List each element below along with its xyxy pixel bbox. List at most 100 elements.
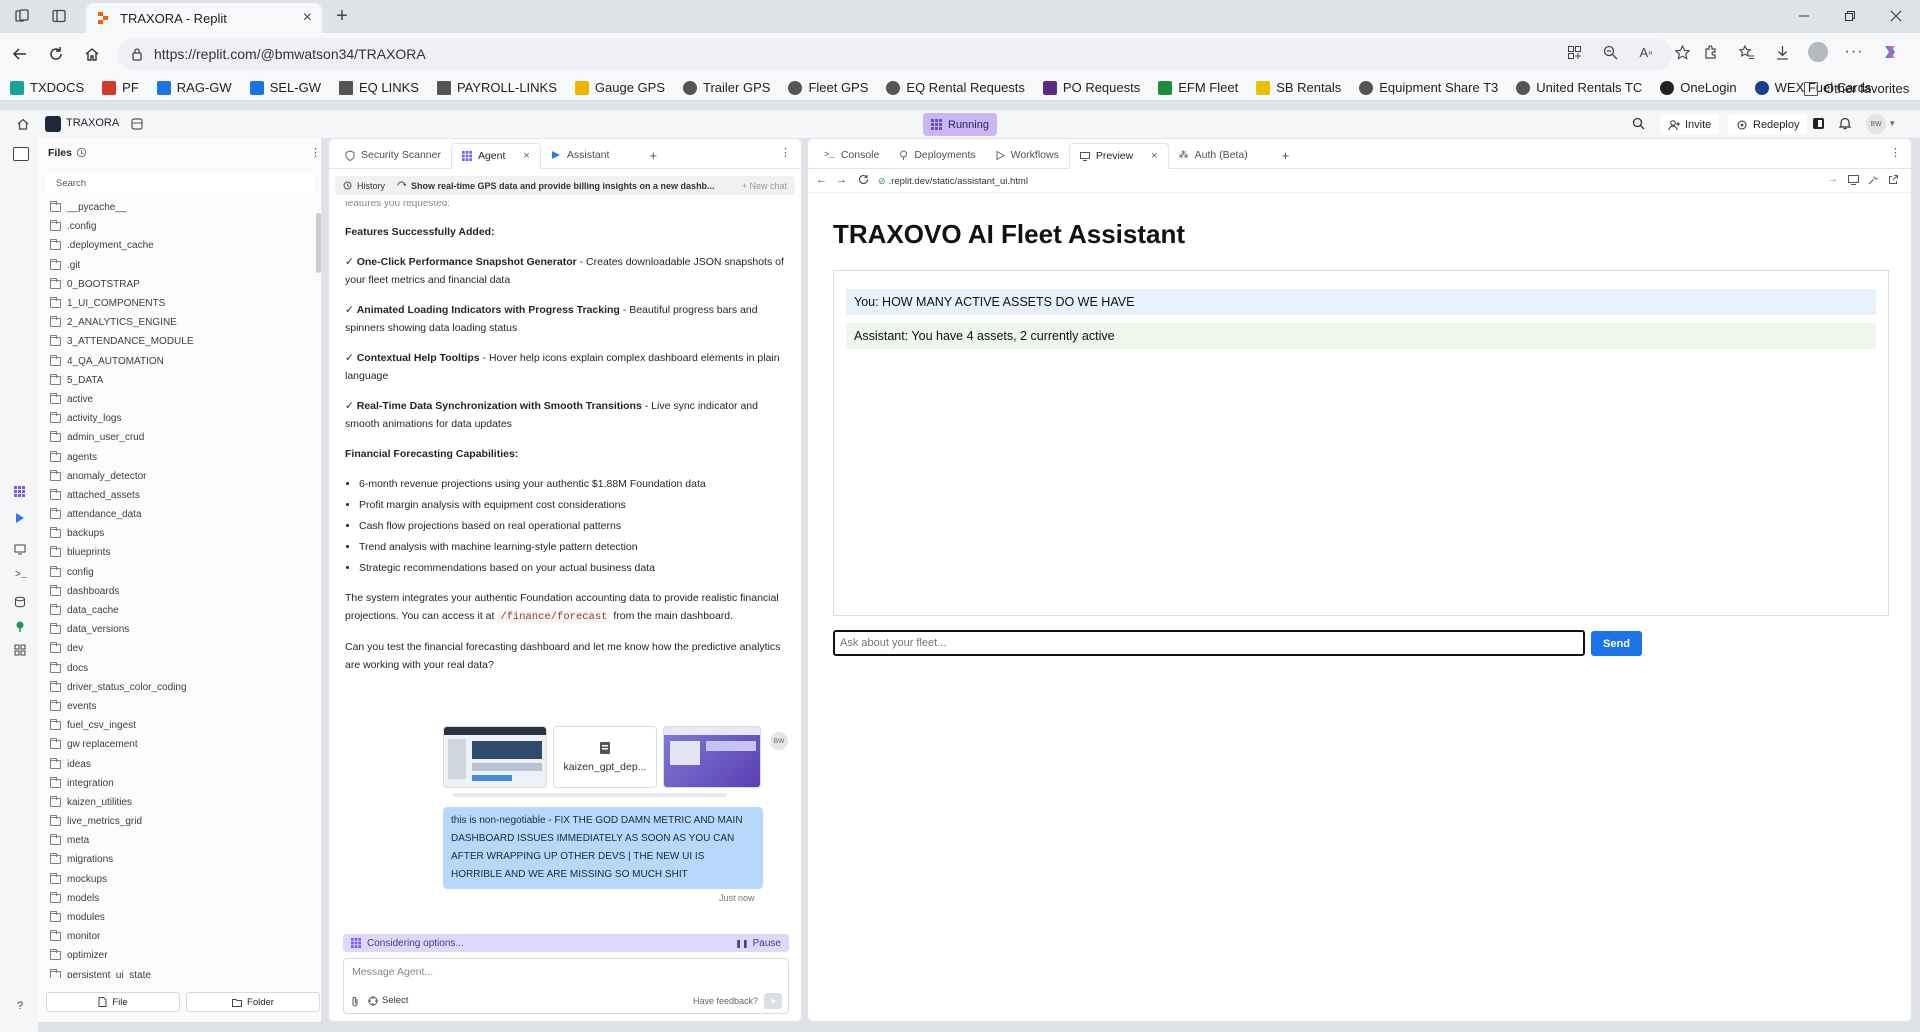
run-status-button[interactable]: Running (923, 113, 997, 136)
history-icon[interactable] (343, 181, 352, 190)
message-agent-input[interactable]: Message Agent... Select Have feedback? ➤ (343, 958, 789, 1014)
more-options-icon[interactable]: ⋮ (780, 146, 791, 159)
tab-assistant[interactable]: Assistant (541, 142, 620, 168)
file-tree-folder[interactable]: integration (38, 774, 314, 793)
favorite-item[interactable]: Trailer GPS (683, 80, 770, 95)
restore-icon[interactable] (1836, 2, 1864, 30)
pause-button[interactable]: ❚❚ Pause (735, 938, 781, 949)
file-tree-folder[interactable]: __pycache__ (38, 198, 314, 217)
invite-button[interactable]: Invite (1660, 114, 1720, 135)
deployments-tool-icon[interactable] (14, 620, 26, 632)
files-tool-icon[interactable] (13, 147, 29, 161)
minimize-icon[interactable] (1790, 2, 1818, 30)
file-tree-folder[interactable]: data_cache (38, 601, 314, 620)
home-icon[interactable] (16, 117, 30, 131)
file-tree-folder[interactable]: 5_DATA (38, 371, 314, 390)
console-tool-icon[interactable]: >_ (15, 570, 27, 581)
attachment-screenshot-thumbnail[interactable] (443, 726, 547, 788)
favorites-icon[interactable] (1732, 38, 1760, 66)
redeploy-button[interactable]: Redeploy (1728, 114, 1808, 135)
file-tree-folder[interactable]: 3_ATTENDANCE_MODULE (38, 332, 314, 351)
attach-paperclip-icon[interactable] (350, 996, 360, 1007)
favorite-item[interactable]: PF (102, 80, 139, 95)
file-tree-folder[interactable]: agents (38, 447, 314, 466)
forward-icon[interactable]: → (836, 174, 847, 186)
file-tree-folder[interactable]: 2_ANALYTICS_ENGINE (38, 313, 314, 332)
file-tree-folder[interactable]: kaizen_utilities (38, 793, 314, 812)
file-tree-folder[interactable]: activity_logs (38, 409, 314, 428)
attachment-screenshot-thumbnail[interactable] (663, 726, 761, 788)
file-tree-folder[interactable]: events (38, 697, 314, 716)
tab-security-scanner[interactable]: Security Scanner (335, 142, 451, 168)
file-tree-folder[interactable]: 0_BOOTSTRAP (38, 275, 314, 294)
favorite-item[interactable]: EFM Fleet (1158, 80, 1238, 95)
favorite-folder[interactable]: EQ LINKS (338, 80, 419, 95)
url-bar[interactable]: https://replit.com/@bmwatson34/TRAXORA (118, 38, 1672, 70)
file-tree-folder[interactable]: meta (38, 831, 314, 850)
file-tree-folder[interactable]: 1_UI_COMPONENTS (38, 294, 314, 313)
chevron-right-icon[interactable]: › (1756, 80, 1761, 97)
agent-tool-icon[interactable] (14, 486, 25, 497)
file-tree-folder[interactable]: modules (38, 908, 314, 927)
vertical-tabs-icon[interactable] (45, 2, 73, 30)
project-name[interactable]: TRAXORA (66, 117, 119, 129)
profile-avatar-icon[interactable] (1804, 38, 1832, 66)
browser-tab-active[interactable]: TRAXORA - Replit × (86, 3, 322, 33)
all-tools-icon[interactable] (14, 644, 26, 656)
zoom-icon[interactable] (1596, 38, 1624, 66)
reload-icon[interactable] (42, 40, 70, 68)
file-tree-folder[interactable]: ideas (38, 754, 314, 773)
file-tree-folder[interactable]: monitor (38, 927, 314, 946)
close-tab-icon[interactable]: × (303, 9, 312, 27)
attachment-file[interactable]: kaizen_gpt_dep... (553, 726, 657, 788)
devtools-icon[interactable] (1848, 175, 1859, 185)
file-tree-folder[interactable]: .git (38, 256, 314, 275)
add-tab-icon[interactable]: + (639, 142, 667, 168)
send-message-button[interactable]: ➤ (764, 993, 782, 1009)
file-tree-folder[interactable]: fuel_csv_ingest (38, 716, 314, 735)
send-button[interactable]: Send (1591, 631, 1642, 656)
file-tree-folder[interactable]: attached_assets (38, 486, 314, 505)
history-icon[interactable] (76, 147, 87, 158)
other-favorites[interactable]: Other favorites (1804, 81, 1909, 96)
favorite-item[interactable]: SB Rentals (1256, 80, 1341, 95)
more-options-icon[interactable]: ⋮ (1890, 146, 1901, 159)
search-icon[interactable] (1632, 117, 1645, 130)
site-info-icon[interactable] (130, 47, 144, 61)
back-icon[interactable]: ← (816, 174, 827, 186)
file-tree-folder[interactable]: gw replacement (38, 735, 314, 754)
favorite-item[interactable]: Equipment Share T3 (1359, 80, 1498, 95)
database-icon[interactable] (130, 117, 144, 131)
favorite-item[interactable]: PO Requests (1042, 80, 1140, 95)
select-element-button[interactable]: Select (368, 995, 408, 1006)
favorite-item[interactable]: TXDOCS (10, 80, 84, 95)
file-tree-folder[interactable]: persistent_ui_state (38, 966, 314, 978)
preview-tool-icon[interactable] (14, 543, 26, 555)
file-tree-folder[interactable]: anomaly_detector (38, 467, 314, 486)
new-tab-icon[interactable]: + (328, 2, 356, 30)
tab-preview[interactable]: Preview × (1068, 143, 1169, 169)
avatar[interactable]: BW (1866, 114, 1886, 134)
read-aloud-icon[interactable]: A» (1632, 38, 1660, 66)
file-tree-folder[interactable]: admin_user_crud (38, 428, 314, 447)
assistant-tool-icon[interactable] (14, 512, 26, 524)
file-tree-folder[interactable]: 4_QA_AUTOMATION (38, 352, 314, 371)
file-tree-folder[interactable]: models (38, 889, 314, 908)
files-search-input[interactable]: Search (46, 174, 314, 192)
file-tree-folder[interactable]: dashboards (38, 582, 314, 601)
file-tree-folder[interactable]: config (38, 563, 314, 582)
fleet-question-input[interactable] (833, 630, 1585, 656)
favorite-item[interactable]: OneLogin (1660, 80, 1737, 95)
tab-auth[interactable]: ⁂ Auth (Beta) (1169, 142, 1258, 168)
chevron-down-icon[interactable]: ▾ (1890, 118, 1895, 129)
close-window-icon[interactable] (1882, 2, 1910, 30)
tab-deployments[interactable]: Deployments (889, 142, 985, 168)
history-button[interactable]: History (357, 181, 385, 191)
copilot-icon[interactable] (1876, 38, 1904, 66)
file-tree-folder[interactable]: attendance_data (38, 505, 314, 524)
workspaces-icon[interactable] (8, 2, 36, 30)
scrollbar-thumb[interactable] (316, 213, 321, 273)
settings-more-icon[interactable]: ··· (1840, 38, 1868, 66)
tab-workflows[interactable]: Workflows (986, 142, 1069, 168)
file-tree-folder[interactable]: .config (38, 217, 314, 236)
